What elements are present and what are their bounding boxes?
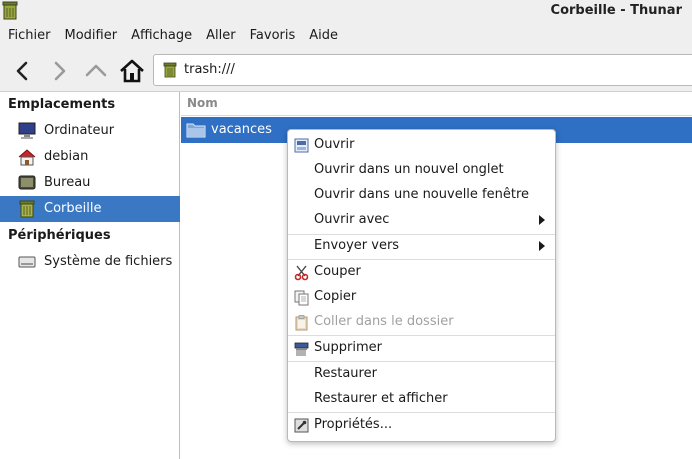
menu-item-restaurer[interactable]: Restaurer xyxy=(288,362,555,387)
menu-item-couper[interactable]: Couper xyxy=(288,260,555,285)
menu-item-coller-dans-le-dossier[interactable]: Coller dans le dossier xyxy=(288,310,555,335)
sidebar-item-systeme-de-fichiers[interactable]: Système de fichiers xyxy=(0,249,180,275)
menu-item-copier[interactable]: Copier xyxy=(288,285,555,310)
menu-fichier[interactable]: Fichier xyxy=(1,22,58,49)
menu-item-ouvrir-nouvel-onglet[interactable]: Ouvrir dans un nouvel onglet xyxy=(288,158,555,183)
sidebar: Emplacements Ordinateur debian Bureau Co… xyxy=(0,92,180,459)
sidebar-item-label: Système de fichiers xyxy=(44,254,173,269)
menu-item-envoyer-vers[interactable]: Envoyer vers xyxy=(288,234,555,259)
menu-item-label: Propriétés... xyxy=(314,417,393,432)
menu-item-proprietes[interactable]: Propriétés... xyxy=(288,413,555,438)
sidebar-item-corbeille[interactable]: Corbeille xyxy=(0,196,180,222)
menu-item-label: Restaurer xyxy=(314,366,377,381)
sidebar-header-emplacements: Emplacements xyxy=(8,97,116,112)
menu-item-ouvrir-nouvelle-fenetre[interactable]: Ouvrir dans une nouvelle fenêtre xyxy=(288,183,555,208)
paste-icon xyxy=(295,315,308,331)
location-text: trash:/// xyxy=(184,62,235,77)
sidebar-item-label: debian xyxy=(44,149,89,164)
scissors-icon xyxy=(294,265,309,281)
context-menu: Ouvrir Ouvrir dans un nouvel onglet Ouvr… xyxy=(287,129,556,442)
menu-modifier[interactable]: Modifier xyxy=(58,22,125,49)
menu-item-ouvrir-avec[interactable]: Ouvrir avec xyxy=(288,208,555,233)
menu-item-label: Ouvrir xyxy=(314,137,355,152)
title-bar: Corbeille - Thunar xyxy=(0,0,692,22)
home-folder-icon xyxy=(18,149,36,166)
submenu-arrow-icon xyxy=(539,215,545,225)
menu-item-label: Copier xyxy=(314,289,357,304)
properties-icon xyxy=(294,418,309,433)
menu-item-label: Couper xyxy=(314,264,361,279)
submenu-arrow-icon xyxy=(539,241,545,251)
menu-item-label: Restaurer et afficher xyxy=(314,391,448,406)
sidebar-header-peripheriques: Périphériques xyxy=(8,228,111,243)
menu-item-label: Coller dans le dossier xyxy=(314,314,454,329)
menu-item-ouvrir[interactable]: Ouvrir xyxy=(288,133,555,158)
column-header-label: Nom xyxy=(187,96,218,110)
computer-icon xyxy=(18,122,36,139)
trash-app-icon xyxy=(2,1,18,20)
menu-item-restaurer-et-afficher[interactable]: Restaurer et afficher xyxy=(288,387,555,412)
menu-aide[interactable]: Aide xyxy=(302,22,345,49)
location-bar[interactable]: trash:/// xyxy=(153,54,692,86)
up-button[interactable] xyxy=(82,57,110,85)
home-button[interactable] xyxy=(118,57,146,85)
column-header-nom[interactable]: Nom xyxy=(181,92,692,116)
menu-item-label: Ouvrir avec xyxy=(314,212,390,227)
menu-aller[interactable]: Aller xyxy=(199,22,242,49)
sidebar-item-bureau[interactable]: Bureau xyxy=(0,170,180,196)
menu-item-label: Supprimer xyxy=(314,340,382,355)
window-title: Corbeille - Thunar xyxy=(550,3,682,18)
copy-icon xyxy=(294,290,309,306)
open-icon xyxy=(294,138,309,153)
back-button[interactable] xyxy=(9,57,37,85)
sidebar-item-debian[interactable]: debian xyxy=(0,144,180,170)
desktop-icon xyxy=(18,175,36,190)
menu-bar: Fichier Modifier Affichage Aller Favoris… xyxy=(0,22,692,49)
menu-affichage[interactable]: Affichage xyxy=(124,22,199,49)
menu-item-label: Envoyer vers xyxy=(314,238,400,253)
forward-button[interactable] xyxy=(45,57,73,85)
toolbar: trash:/// xyxy=(0,49,692,92)
sidebar-item-label: Bureau xyxy=(44,175,91,190)
sidebar-item-label: Ordinateur xyxy=(44,123,115,138)
trash-icon xyxy=(163,62,177,78)
file-name: vacances xyxy=(211,122,272,137)
drive-icon xyxy=(18,256,36,268)
folder-icon xyxy=(186,123,206,138)
menu-item-label: Ouvrir dans un nouvel onglet xyxy=(314,162,504,177)
menu-favoris[interactable]: Favoris xyxy=(243,22,303,49)
sidebar-item-ordinateur[interactable]: Ordinateur xyxy=(0,118,180,144)
menu-item-label: Ouvrir dans une nouvelle fenêtre xyxy=(314,187,530,202)
menu-item-supprimer[interactable]: Supprimer xyxy=(288,336,555,361)
sidebar-item-label: Corbeille xyxy=(44,201,102,216)
trash-icon xyxy=(19,200,35,218)
shredder-icon xyxy=(294,342,309,356)
